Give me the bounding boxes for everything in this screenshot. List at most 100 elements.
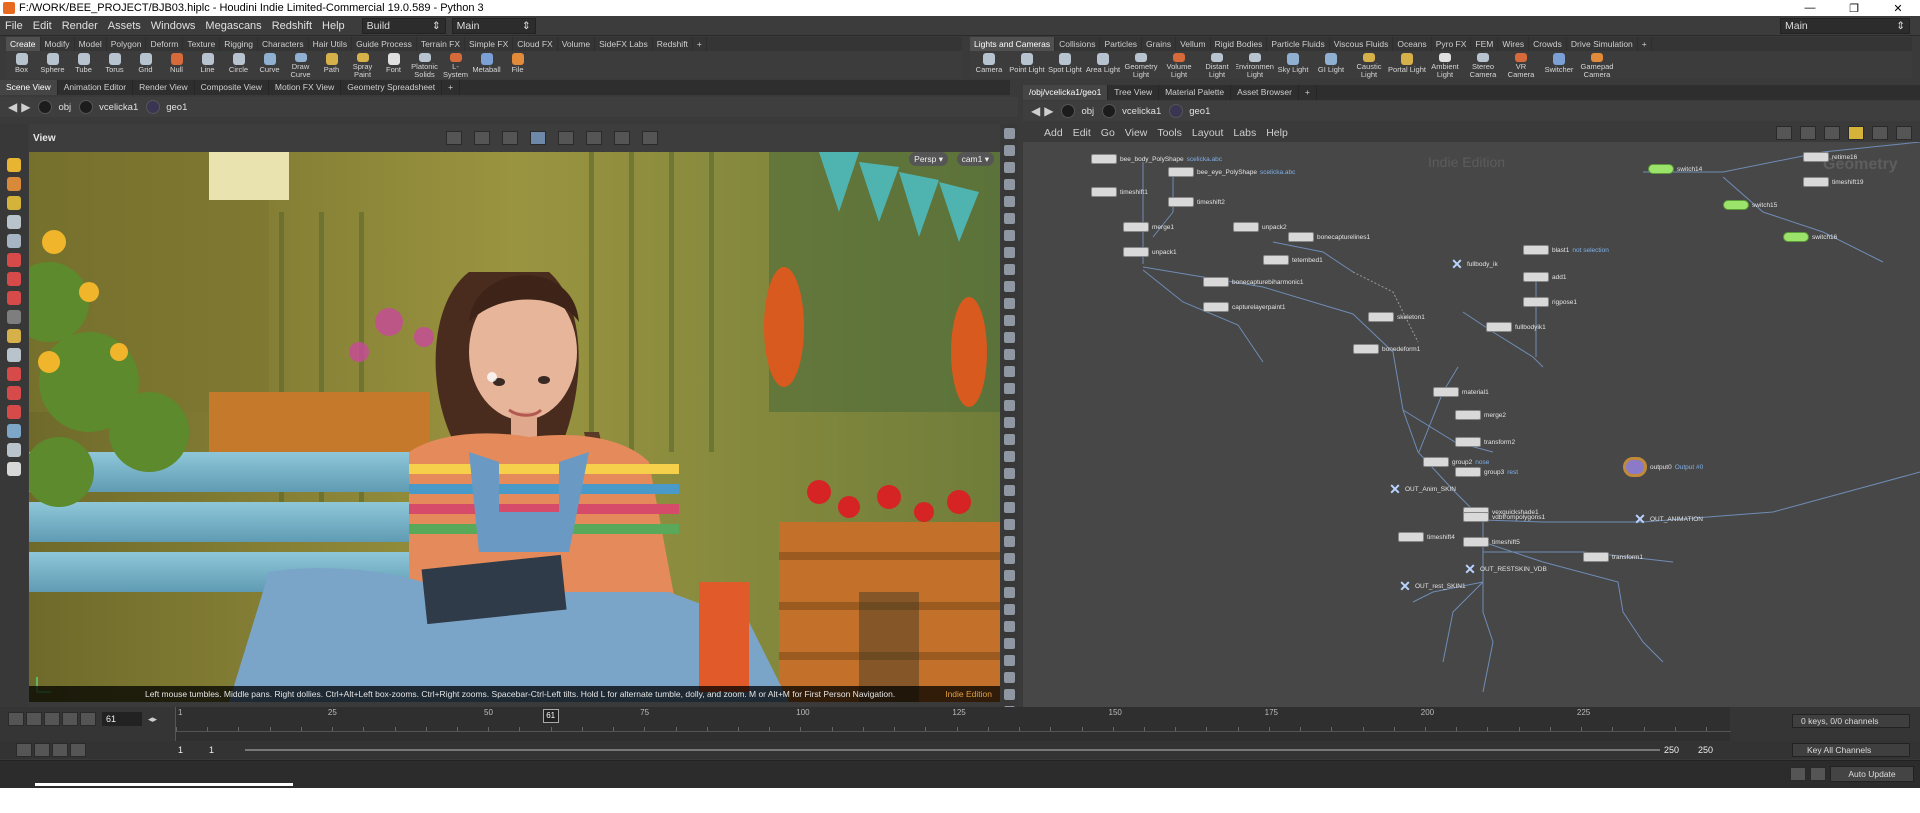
shelf-tool-5[interactable]: Null (161, 51, 192, 79)
path-obj-right[interactable]: obj (1081, 106, 1094, 117)
right-shelf-tab-10[interactable]: FEM (1471, 37, 1499, 51)
network-editor[interactable]: Indie Edition Geometry bee_body_PolyShap… (1023, 142, 1920, 707)
path-vcelicka1[interactable]: vcelicka1 (99, 102, 138, 113)
points-mode-icon[interactable] (557, 131, 574, 145)
right-pane-tab-add[interactable]: + (1299, 85, 1317, 100)
display-option-14-icon[interactable] (1004, 366, 1015, 377)
left-shelf-tab-11[interactable]: Simple FX (465, 37, 514, 51)
display-option-26-icon[interactable] (1004, 570, 1015, 581)
shelf-tool-6[interactable]: Line (192, 51, 223, 79)
scale-icon[interactable] (7, 291, 21, 305)
snap-icon[interactable] (613, 131, 630, 145)
right-shelf-tab-4[interactable]: Vellum (1176, 37, 1211, 51)
shelf-tool-16[interactable]: Gamepad Camera (1578, 51, 1616, 79)
node-timeshift19[interactable]: timeshift19 (1803, 177, 1863, 187)
node-OUT_rest_SKIN1[interactable]: ✕ OUT_rest_SKIN1 (1398, 579, 1465, 593)
wrench-icon[interactable] (1776, 125, 1792, 140)
right-pane-tab-2[interactable]: Material Palette (1159, 85, 1232, 100)
node-fullbody_ik[interactable]: ✕ fullbody_ik (1450, 257, 1498, 271)
display-option-2-icon[interactable] (1004, 162, 1015, 173)
pose-icon[interactable] (7, 329, 21, 343)
shelf-tool-8[interactable]: Sky Light (1274, 51, 1312, 79)
display-option-32-icon[interactable] (1004, 672, 1015, 683)
menu-help[interactable]: Help (317, 20, 350, 32)
left-shelf-tab-0[interactable]: Create (6, 37, 41, 51)
path-geo1-right[interactable]: geo1 (1189, 106, 1210, 117)
display-option-1-icon[interactable] (1004, 145, 1015, 156)
display-option-11-icon[interactable] (1004, 315, 1015, 326)
step-back-icon[interactable] (26, 712, 42, 726)
node-bonecapturelines1[interactable]: bonecapturelines1 (1288, 232, 1370, 242)
shelf-tool-10[interactable]: Caustic Light (1350, 51, 1388, 79)
record-icon[interactable] (585, 131, 602, 145)
node-timeshift4[interactable]: timeshift4 (1398, 532, 1455, 542)
display-option-31-icon[interactable] (1004, 655, 1015, 666)
node-vdbfrompolygons1[interactable]: vdbfrompolygons1 (1463, 512, 1545, 522)
right-pane-tab-1[interactable]: Tree View (1108, 85, 1160, 100)
shelf-tool-12[interactable]: Ambient Light (1426, 51, 1464, 79)
node-unpack1[interactable]: unpack1 (1123, 247, 1177, 257)
display-option-16-icon[interactable] (1004, 400, 1015, 411)
display-option-20-icon[interactable] (1004, 468, 1015, 479)
node-rigpose1[interactable]: rigpose1 (1523, 297, 1577, 307)
node-capturelayerpaint1[interactable]: capturelayerpaint1 (1203, 302, 1285, 312)
right-shelf-tab-11[interactable]: Wires (1498, 37, 1530, 51)
node-transform1[interactable]: transform1 (1583, 552, 1643, 562)
right-shelf-tab-13[interactable]: Drive Simulation (1567, 37, 1638, 51)
shelf-tool-14[interactable]: VR Camera (1502, 51, 1540, 79)
current-frame-field[interactable]: 61 (102, 712, 142, 726)
display-option-27-icon[interactable] (1004, 587, 1015, 598)
loop-icon[interactable] (52, 743, 68, 757)
left-shelf-tab-7[interactable]: Characters (258, 37, 309, 51)
rotate-icon[interactable] (7, 272, 21, 286)
display-option-10-icon[interactable] (1004, 298, 1015, 309)
right-shelf-tab-1[interactable]: Collisions (1055, 37, 1101, 51)
range-slider[interactable] (245, 749, 1660, 751)
shelf-tool-3[interactable]: Torus (99, 51, 130, 79)
left-shelf-tab-1[interactable]: Modify (41, 37, 75, 51)
left-shelf-tab-2[interactable]: Model (75, 37, 107, 51)
display-option-4-icon[interactable] (1004, 196, 1015, 207)
display-option-7-icon[interactable] (1004, 247, 1015, 258)
select-icon[interactable] (7, 215, 21, 229)
handle-icon[interactable] (7, 310, 21, 324)
forward-arrow-icon[interactable]: ▶ (21, 100, 30, 114)
menu-edit[interactable]: Edit (28, 20, 57, 32)
display-option-6-icon[interactable] (1004, 230, 1015, 241)
shelf-tool-16[interactable]: File (502, 51, 533, 79)
display-option-33-icon[interactable] (1004, 689, 1015, 700)
view-icon[interactable] (7, 348, 21, 362)
shelf-tool-0[interactable]: Box (6, 51, 37, 79)
minimize-button[interactable]: — (1788, 2, 1832, 15)
persp-menu[interactable]: Persp ▾ (909, 152, 948, 166)
node-switch14[interactable]: switch14 (1648, 164, 1702, 174)
node-merge2[interactable]: merge2 (1455, 410, 1506, 420)
left-shelf-tab-13[interactable]: Volume (558, 37, 596, 51)
node-bonecapturebiharmonic1[interactable]: bonecapturebiharmonic1 (1203, 277, 1304, 287)
scene-viewport[interactable]: Persp ▾ cam1 ▾ Left mouse tumbles. Middl… (29, 152, 1000, 702)
left-pane-tab-1[interactable]: Animation Editor (58, 80, 134, 95)
display-option-12-icon[interactable] (1004, 332, 1015, 343)
move-icon[interactable] (7, 253, 21, 267)
left-shelf-tab-6[interactable]: Rigging (220, 37, 259, 51)
node-blast1[interactable]: blast1 not selection (1523, 245, 1609, 255)
connectivity-icon[interactable] (501, 131, 518, 145)
menu-assets[interactable]: Assets (103, 20, 146, 32)
shelf-tool-15[interactable]: Metaball (471, 51, 502, 79)
menu-megascans[interactable]: Megascans (200, 20, 266, 32)
left-shelf-tab-15[interactable]: Redshift (653, 37, 693, 51)
node-OUT_RESTSKIN_VDB[interactable]: ✕ OUT_RESTSKIN_VDB (1463, 562, 1547, 576)
shelf-tool-6[interactable]: Distant Light (1198, 51, 1236, 79)
left-shelf-tab-9[interactable]: Guide Process (352, 37, 417, 51)
shelf-tool-5[interactable]: Volume Light (1160, 51, 1198, 79)
node-switch15[interactable]: switch15 (1723, 200, 1777, 210)
left-pane-tab-0[interactable]: Scene View (0, 80, 58, 95)
node-material1[interactable]: material1 (1433, 387, 1489, 397)
display-option-5-icon[interactable] (1004, 213, 1015, 224)
add-shelf-button[interactable]: + (693, 37, 707, 51)
display-option-25-icon[interactable] (1004, 553, 1015, 564)
path-geo1[interactable]: geo1 (166, 102, 187, 113)
shelf-tool-14[interactable]: L-System (440, 51, 471, 79)
network-menu-view[interactable]: View (1120, 127, 1153, 139)
back-arrow-icon[interactable]: ◀ (1031, 104, 1040, 118)
